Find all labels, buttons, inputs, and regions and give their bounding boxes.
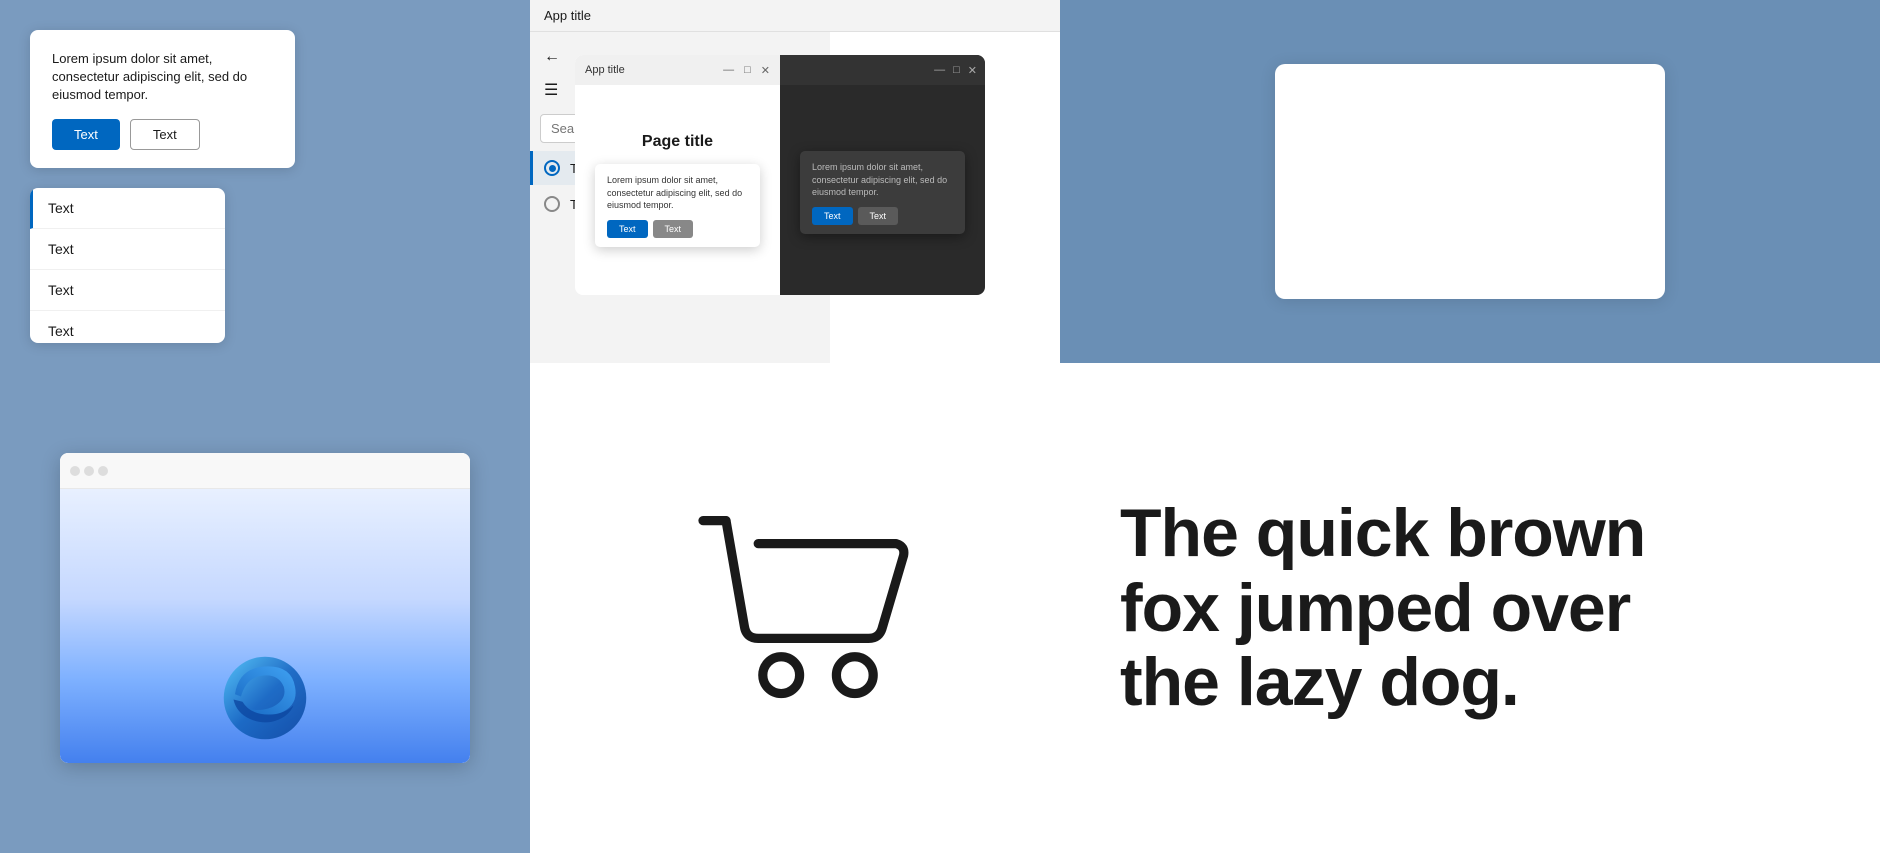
dialog-box: Lorem ipsum dolor sit amet, consectetur … bbox=[30, 30, 295, 168]
dialog-text: Lorem ipsum dolor sit amet, consectetur … bbox=[52, 50, 273, 105]
radio-active bbox=[544, 160, 560, 176]
nav-app-title: App title bbox=[530, 0, 1060, 32]
big-text-line2: fox jumped over bbox=[1120, 571, 1645, 646]
list-item-2[interactable]: Text bbox=[30, 229, 225, 270]
browser-top-bar bbox=[60, 453, 470, 489]
window-dialog-dark: Lorem ipsum dolor sit amet, consectetur … bbox=[800, 151, 965, 234]
window-dialog-primary-btn[interactable]: Text bbox=[607, 220, 648, 238]
list-item-1[interactable]: Text bbox=[30, 188, 225, 229]
window-title-light: App title bbox=[585, 64, 625, 76]
window-dialog-primary-btn-dark[interactable]: Text bbox=[812, 207, 853, 225]
list-box: Text Text Text Text bbox=[30, 188, 225, 343]
browser-dot-1 bbox=[70, 466, 80, 476]
shopping-cart-icon bbox=[675, 493, 915, 723]
dialog-secondary-button[interactable]: Text bbox=[130, 119, 200, 150]
cell-top-left: Lorem ipsum dolor sit amet, consectetur … bbox=[0, 0, 530, 363]
window-titlebar-light: App title — □ ✕ bbox=[575, 55, 780, 85]
window-light-half: App title — □ ✕ Page title Lorem ipsum d… bbox=[575, 55, 780, 295]
window-dialog-secondary-btn-light[interactable]: Text bbox=[653, 220, 694, 238]
cell-top-right bbox=[1060, 0, 1880, 363]
window-page-title-light: Page title bbox=[642, 133, 713, 151]
window-dialog-light: Lorem ipsum dolor sit amet, consectetur … bbox=[595, 164, 760, 247]
titlebar-controls-light: — □ ✕ bbox=[723, 64, 770, 77]
browser-window bbox=[60, 453, 470, 763]
list-item-3[interactable]: Text bbox=[30, 270, 225, 311]
cell-bottom-middle bbox=[530, 363, 1060, 853]
window-dark-half: — □ ✕ Lorem ipsum dolor sit amet, consec… bbox=[780, 55, 985, 295]
dialog-buttons: Text Text bbox=[52, 119, 273, 150]
minimize-icon-dark[interactable]: — bbox=[934, 64, 945, 76]
cell-bottom-right: The quick brown fox jumped over the lazy… bbox=[1060, 363, 1880, 853]
maximize-icon[interactable]: □ bbox=[744, 64, 751, 76]
big-text-line1: The quick brown bbox=[1120, 496, 1645, 571]
window-dialog-text-light: Lorem ipsum dolor sit amet, consectetur … bbox=[607, 174, 748, 212]
window-dialog-secondary-btn-dark[interactable]: Text bbox=[858, 207, 899, 225]
big-text-block: The quick brown fox jumped over the lazy… bbox=[1120, 496, 1645, 720]
close-icon-dark[interactable]: ✕ bbox=[968, 64, 977, 77]
window-dialog-text-dark: Lorem ipsum dolor sit amet, consectetur … bbox=[812, 161, 953, 199]
window-dialog-buttons-light: Text Text bbox=[607, 220, 748, 238]
white-panel bbox=[1275, 64, 1665, 299]
window-body-dark: Lorem ipsum dolor sit amet, consectetur … bbox=[780, 85, 985, 295]
list-item-4[interactable]: Text bbox=[30, 311, 225, 343]
browser-content bbox=[60, 489, 470, 763]
close-icon-light[interactable]: ✕ bbox=[761, 64, 770, 77]
browser-dots bbox=[70, 466, 108, 476]
radio-empty bbox=[544, 196, 560, 212]
cell-bottom-left bbox=[0, 363, 530, 853]
maximize-icon-dark[interactable]: □ bbox=[953, 64, 960, 76]
minimize-icon[interactable]: — bbox=[723, 64, 734, 76]
edge-logo-icon bbox=[220, 653, 310, 743]
split-window-overlay: App title — □ ✕ Page title Lorem ipsum d… bbox=[575, 55, 985, 295]
window-dialog-buttons-dark: Text Text bbox=[812, 207, 953, 225]
browser-dot-2 bbox=[84, 466, 94, 476]
window-titlebar-dark: — □ ✕ bbox=[780, 55, 985, 85]
big-text-line3: the lazy dog. bbox=[1120, 645, 1645, 720]
browser-dot-3 bbox=[98, 466, 108, 476]
dialog-primary-button[interactable]: Text bbox=[52, 119, 120, 150]
window-body-light: Page title Lorem ipsum dolor sit amet, c… bbox=[575, 85, 780, 295]
